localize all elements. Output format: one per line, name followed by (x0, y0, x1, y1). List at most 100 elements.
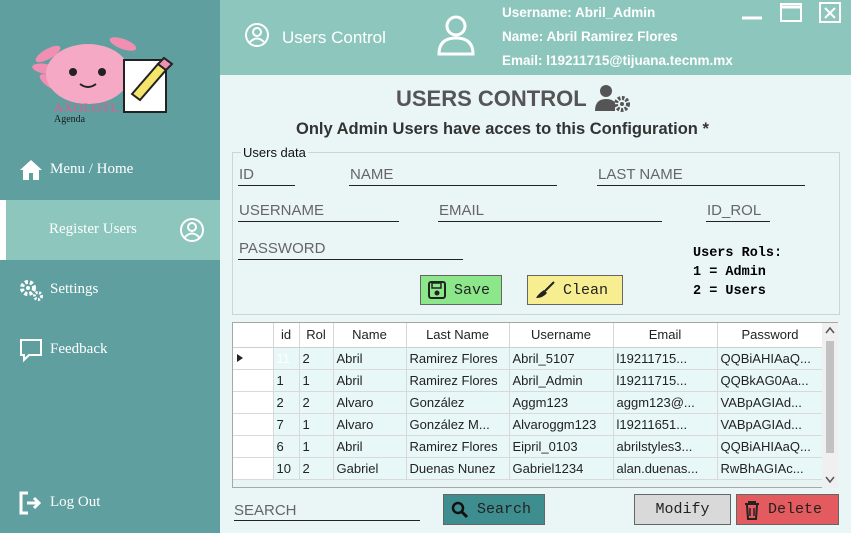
password-field[interactable]: PASSWORD (238, 240, 463, 260)
delete-button[interactable]: Delete (736, 494, 839, 525)
table-cell[interactable]: Ramirez Flores (406, 435, 510, 458)
email-field[interactable]: EMAIL (438, 202, 662, 222)
minimize-icon[interactable] (740, 2, 764, 24)
id-rol-field[interactable]: ID_ROL (706, 202, 770, 222)
column-header[interactable]: Last Name (406, 323, 510, 348)
column-header[interactable]: Password (717, 323, 824, 348)
table-cell[interactable]: VABpAGIAd... (717, 413, 824, 436)
table-row[interactable]: 1 1 Abril Ramirez Flores Abril_Admin l19… (233, 369, 824, 392)
table-cell[interactable]: 7 (273, 413, 300, 436)
table-cell[interactable]: Eipril_0103 (509, 435, 614, 458)
row-selector[interactable] (233, 457, 274, 480)
table-cell[interactable]: l19211715... (613, 369, 718, 392)
table-cell[interactable]: 2 (299, 347, 334, 370)
table-cell[interactable]: alan.duenas... (613, 457, 718, 480)
table-cell[interactable]: 11 (273, 347, 300, 370)
sidebar-item-register-users[interactable]: Register Users (0, 200, 220, 260)
column-header[interactable]: Name (333, 323, 407, 348)
row-selector[interactable] (233, 391, 274, 414)
save-icon (428, 281, 446, 299)
table-row[interactable]: 10 2 Gabriel Duenas Nunez Gabriel1234 al… (233, 457, 824, 480)
username-field[interactable]: USERNAME (238, 202, 399, 222)
table-cell[interactable]: Abril (333, 435, 407, 458)
maximize-icon[interactable] (779, 2, 803, 24)
table-cell[interactable]: 2 (299, 391, 334, 414)
table-cell[interactable]: 1 (299, 369, 334, 392)
table-cell[interactable]: Abril (333, 369, 407, 392)
table-cell[interactable]: Abril_5107 (509, 347, 614, 370)
row-selector[interactable] (233, 435, 274, 458)
page-title: USERS CONTROL (396, 86, 587, 111)
user-avatar-icon (437, 15, 475, 56)
axolotl-logo (32, 37, 174, 113)
sidebar: AXOLOTL Agenda Menu / Home Register User… (0, 0, 220, 533)
table-cell[interactable]: aggm123@... (613, 391, 718, 414)
table-cell[interactable]: Ramirez Flores (406, 369, 510, 392)
table-cell[interactable]: 1 (299, 435, 334, 458)
table-cell[interactable]: Abril_Admin (509, 369, 614, 392)
top-header: Users Control Username: Abril_Admin Name… (220, 0, 851, 75)
table-cell[interactable]: 2 (299, 457, 334, 480)
table-cell[interactable]: Alvaro (333, 391, 407, 414)
column-header[interactable]: Rol (299, 323, 334, 348)
table-cell[interactable]: l19211651... (613, 413, 718, 436)
table-row[interactable]: 11 2 Abril Ramirez Flores Abril_5107 l19… (233, 347, 824, 370)
table-cell[interactable]: l19211715... (613, 347, 718, 370)
rols-title: Users Rols: (693, 246, 783, 261)
table-cell[interactable]: 10 (273, 457, 300, 480)
table-vertical-scrollbar[interactable] (822, 323, 838, 488)
search-input[interactable]: SEARCH (234, 502, 420, 521)
table-row[interactable]: 7 1 Alvaro González M... Alvaroggm123 l1… (233, 413, 824, 436)
users-table[interactable]: id Rol Name Last Name Username Email Pas… (232, 322, 838, 488)
table-cell[interactable]: QQBkAG0Aa... (717, 369, 824, 392)
table-cell[interactable]: Duenas Nunez (406, 457, 510, 480)
table-cell[interactable]: Aggm123 (509, 391, 614, 414)
save-label: Save (454, 281, 491, 299)
sidebar-item-settings[interactable]: Settings (0, 260, 220, 320)
save-button[interactable]: Save (420, 275, 502, 305)
logout-button[interactable]: Log Out (0, 473, 220, 533)
column-header[interactable]: Username (509, 323, 614, 348)
table-cell[interactable]: 1 (299, 413, 334, 436)
search-button[interactable]: Search (443, 494, 545, 525)
table-cell[interactable]: 6 (273, 435, 300, 458)
group-label: Users data (241, 145, 308, 160)
table-cell[interactable]: VABpAGIAd... (717, 391, 824, 414)
table-cell[interactable]: RwBhAGIAc... (717, 457, 824, 480)
column-header[interactable]: id (273, 323, 300, 348)
broom-icon (536, 281, 555, 298)
modify-button[interactable]: Modify (634, 494, 731, 525)
gears-icon (20, 280, 43, 301)
table-cell[interactable]: González (406, 391, 510, 414)
table-cell[interactable]: 1 (273, 369, 300, 392)
modify-label: Modify (655, 501, 710, 518)
table-row[interactable]: 6 1 Abril Ramirez Flores Eipril_0103 abr… (233, 435, 824, 458)
table-cell[interactable]: Alvaro (333, 413, 407, 436)
rols-admin: 1 = Admin (693, 265, 766, 280)
last-name-field[interactable]: LAST NAME (597, 166, 805, 186)
name-field[interactable]: NAME (349, 166, 557, 186)
table-cell[interactable]: Alvaroggm123 (509, 413, 614, 436)
row-selector[interactable] (233, 347, 274, 370)
row-selector[interactable] (233, 413, 274, 436)
sidebar-item-home[interactable]: Menu / Home (0, 140, 220, 200)
table-cell[interactable]: Gabriel (333, 457, 407, 480)
table-cell[interactable]: González M... (406, 413, 510, 436)
sidebar-item-feedback[interactable]: Feedback (0, 320, 220, 380)
clean-button[interactable]: Clean (527, 275, 623, 305)
table-cell[interactable]: Ramirez Flores (406, 347, 510, 370)
table-cell[interactable]: 2 (273, 391, 300, 414)
logo-subtitle: Agenda (54, 114, 86, 125)
table-cell[interactable]: Gabriel1234 (509, 457, 614, 480)
row-selector[interactable] (233, 369, 274, 392)
table-row[interactable]: 2 2 Alvaro González Aggm123 aggm123@... … (233, 391, 824, 414)
table-cell[interactable]: Abril (333, 347, 407, 370)
table-cell[interactable]: QQBiAHIAaQ... (717, 435, 824, 458)
column-header[interactable]: Email (613, 323, 718, 348)
row-header-corner (233, 323, 274, 348)
table-cell[interactable]: abrilstyles3... (613, 435, 718, 458)
table-cell[interactable]: QQBiAHIAaQ... (717, 347, 824, 370)
close-icon[interactable] (818, 2, 842, 24)
id-field[interactable]: ID (238, 166, 295, 186)
sidebar-item-label: Register Users (49, 221, 137, 237)
